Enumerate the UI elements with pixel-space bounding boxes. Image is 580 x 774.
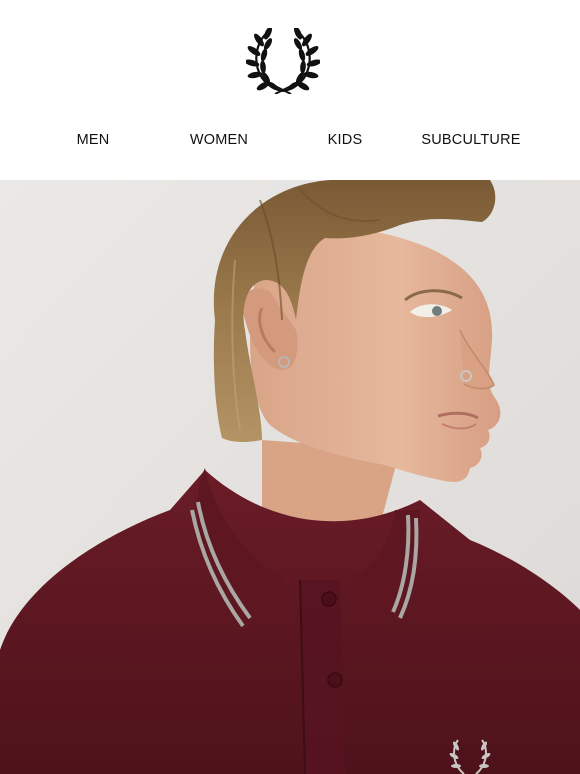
nav-link-subculture[interactable]: SUBCULTURE: [421, 130, 520, 150]
hero-image[interactable]: [0, 180, 580, 774]
nav-link-kids[interactable]: KIDS: [328, 130, 363, 150]
header: MEN WOMEN KIDS SUBCULTURE: [0, 0, 580, 180]
email-page: MEN WOMEN KIDS SUBCULTURE: [0, 0, 580, 774]
laurel-wreath-icon[interactable]: [246, 28, 320, 94]
hero-photo: [0, 180, 580, 774]
main-nav: MEN WOMEN KIDS SUBCULTURE: [0, 130, 580, 152]
shirt-button: [321, 591, 337, 607]
nav-link-women[interactable]: WOMEN: [190, 130, 248, 150]
nav-link-men[interactable]: MEN: [77, 130, 110, 150]
shirt-button: [327, 672, 343, 688]
